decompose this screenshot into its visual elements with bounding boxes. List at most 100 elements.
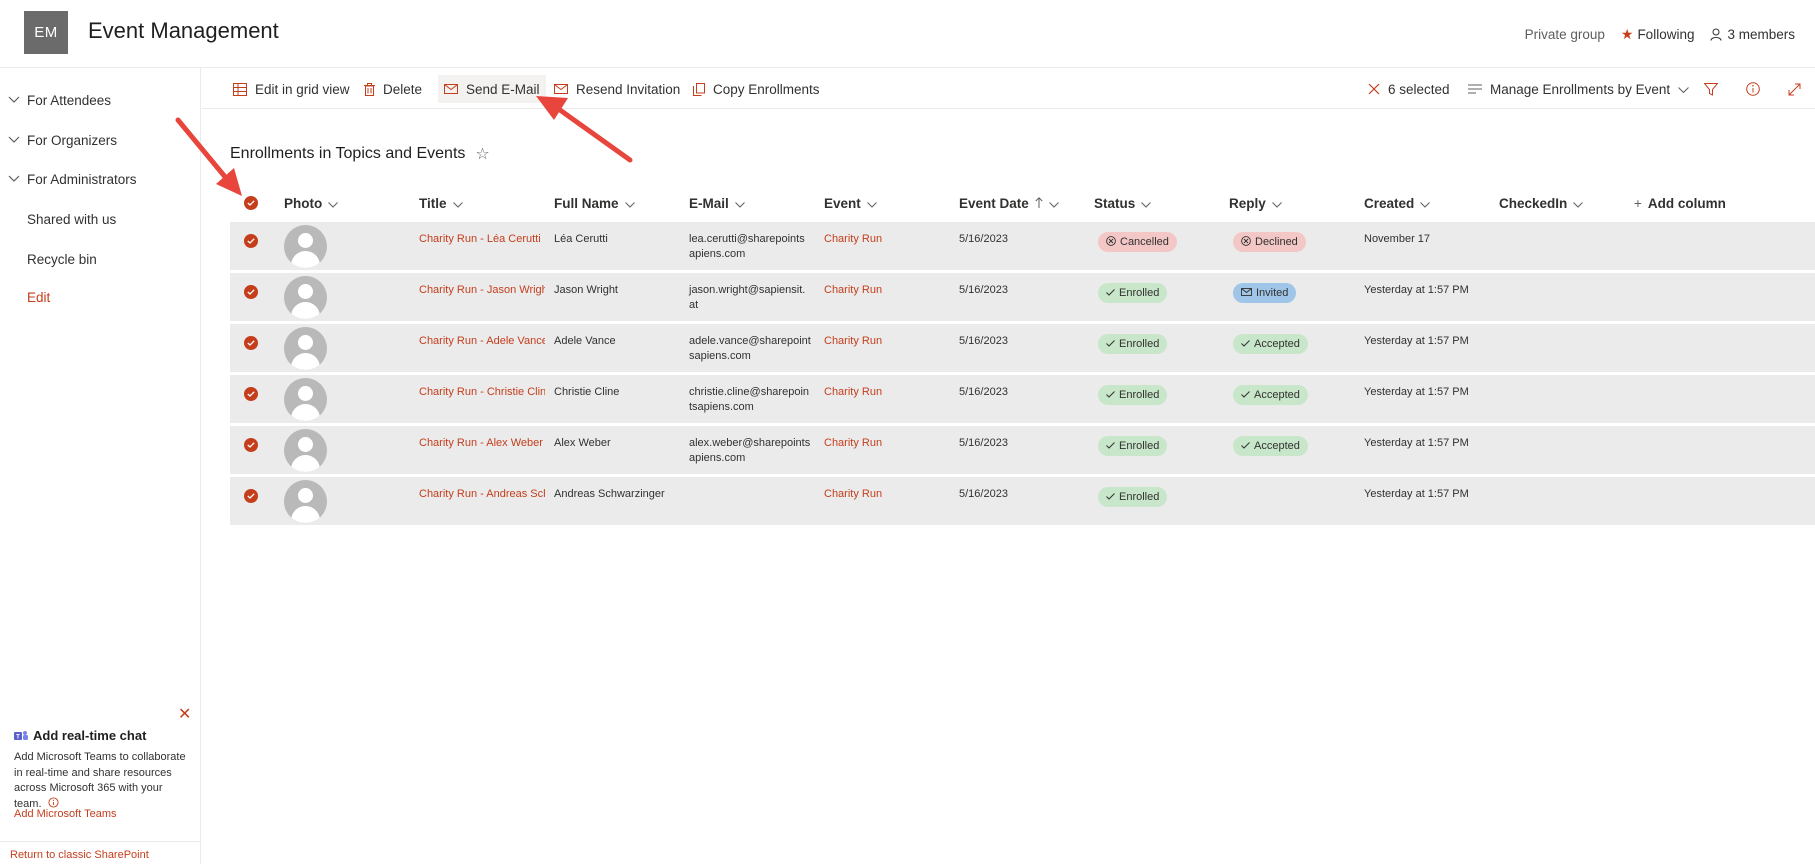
title-link[interactable]: Charity Run - Léa Cerutti <box>419 232 545 247</box>
column-label: Title <box>419 195 447 211</box>
row-checkbox[interactable] <box>244 285 258 299</box>
list-title: Enrollments in Topics and Events ☆ <box>230 144 490 164</box>
status-badge: Enrolled <box>1098 283 1168 303</box>
email-line: tsapiens.com <box>689 401 754 413</box>
arrow-up-icon <box>1035 196 1043 211</box>
classic-sharepoint-link[interactable]: Return to classic SharePoint <box>10 849 149 861</box>
column-header-reply[interactable]: Reply <box>1229 193 1282 213</box>
event-link[interactable]: Charity Run <box>824 436 882 451</box>
event-date-cell: 5/16/2023 <box>959 437 1008 449</box>
created-cell: Yesterday at 1:57 PM <box>1364 488 1469 500</box>
info-icon <box>1746 82 1760 96</box>
row-checkbox[interactable] <box>244 438 258 452</box>
nav-item-for-attendees[interactable]: For Attendees <box>0 88 111 112</box>
column-header-created[interactable]: Created <box>1364 193 1431 213</box>
column-label: Reply <box>1229 195 1266 211</box>
site-logo[interactable]: EM <box>24 11 68 54</box>
add-teams-link[interactable]: Add Microsoft Teams <box>14 808 117 820</box>
view-selector[interactable]: Manage Enrollments by Event <box>1462 75 1695 103</box>
column-header-checkedin[interactable]: CheckedIn <box>1499 193 1584 213</box>
filter-button[interactable] <box>1698 75 1724 103</box>
table-row[interactable]: Charity Run - Jason Wrigh Jason Wright jas… <box>230 273 1815 322</box>
table-row[interactable]: Charity Run - Léa Cerutti Léa Cerutti lea.… <box>230 222 1815 271</box>
column-header-event-date[interactable]: Event Date <box>959 193 1059 213</box>
row-checkbox[interactable] <box>244 489 258 503</box>
status-badge: Declined <box>1233 232 1306 252</box>
info-icon[interactable] <box>48 796 59 808</box>
table-row[interactable]: Charity Run - Christie Clin Christie Clin… <box>230 375 1815 424</box>
nav-item-label: For Organizers <box>27 132 118 148</box>
add-column-button[interactable]: + Add column <box>1634 193 1726 213</box>
check-circle-icon <box>244 234 258 248</box>
column-header-title[interactable]: Title <box>419 193 463 213</box>
column-header-full-name[interactable]: Full Name <box>554 193 635 213</box>
event-date-cell: 5/16/2023 <box>959 386 1008 398</box>
title-link[interactable]: Charity Run - Jason Wrigh <box>419 283 545 298</box>
title-link[interactable]: Charity Run - Adele Vance <box>419 334 545 349</box>
email-line: lea.cerutti@sharepoints <box>689 233 805 245</box>
chevron-down-icon <box>624 196 635 211</box>
close-icon[interactable]: ✕ <box>178 704 191 724</box>
event-link[interactable]: Charity Run <box>824 283 882 298</box>
checkmark-icon <box>1106 440 1115 452</box>
row-checkbox[interactable] <box>244 234 258 248</box>
table-row[interactable]: Charity Run - Alex Weber Alex Weber alex.w… <box>230 426 1815 475</box>
email-cell: alex.weber@sharepoints apiens.com <box>689 436 810 466</box>
nav-item-for-administrators[interactable]: For Administrators <box>0 167 137 191</box>
nav-item-shared-with-us[interactable]: Shared with us <box>0 207 116 231</box>
chevron-down-icon <box>452 196 463 211</box>
event-link[interactable]: Charity Run <box>824 334 882 349</box>
column-header-email[interactable]: E-Mail <box>689 193 745 213</box>
send-email-button[interactable]: Send E-Mail <box>438 75 546 103</box>
email-line: jason.wright@sapiensit. <box>689 284 806 296</box>
column-label: Photo <box>284 195 323 211</box>
chevron-down-icon[interactable] <box>0 175 27 183</box>
email-line: adele.vance@sharepoint <box>689 335 811 347</box>
trash-icon <box>364 82 375 96</box>
check-circle-icon <box>244 196 258 210</box>
select-all-checkbox[interactable] <box>244 193 258 213</box>
avatar <box>284 429 327 472</box>
table-row[interactable]: Charity Run - Andreas Sch Andreas Schwarz… <box>230 477 1815 526</box>
members-button[interactable]: 3 members <box>1710 27 1795 42</box>
event-link[interactable]: Charity Run <box>824 232 882 247</box>
column-label: Event Date <box>959 195 1029 211</box>
expand-icon <box>1788 83 1801 96</box>
delete-button[interactable]: Delete <box>358 75 428 103</box>
nav-item-recycle-bin[interactable]: Recycle bin <box>0 247 97 271</box>
avatar <box>284 327 327 370</box>
event-link[interactable]: Charity Run <box>824 487 882 502</box>
nav-item-for-organizers[interactable]: For Organizers <box>0 128 117 152</box>
copy-enrollments-button[interactable]: Copy Enrollments <box>687 75 826 103</box>
badge-label: Enrolled <box>1119 287 1160 299</box>
badge-label: Enrolled <box>1119 338 1160 350</box>
chat-title-text: Add real-time chat <box>33 728 147 743</box>
table-row[interactable]: Charity Run - Adele Vance Adele Vance adel… <box>230 324 1815 373</box>
row-checkbox[interactable] <box>244 387 258 401</box>
event-link[interactable]: Charity Run <box>824 385 882 400</box>
chevron-down-icon[interactable] <box>0 96 27 104</box>
edit-grid-view-button[interactable]: Edit in grid view <box>227 75 356 103</box>
row-checkbox[interactable] <box>244 336 258 350</box>
svg-text:T: T <box>16 734 20 740</box>
title-link[interactable]: Charity Run - Alex Weber <box>419 436 545 451</box>
clear-selection-button[interactable]: 6 selected <box>1362 75 1456 103</box>
title-link[interactable]: Charity Run - Andreas Sch <box>419 487 545 502</box>
column-header-photo[interactable]: Photo <box>284 193 339 213</box>
title-link[interactable]: Charity Run - Christie Clin <box>419 385 545 400</box>
filter-icon <box>1704 82 1718 96</box>
fullscreen-button[interactable] <box>1782 75 1807 103</box>
chat-panel-description: Add Microsoft Teams to collaborate in re… <box>14 750 186 812</box>
resend-invitation-button[interactable]: Resend Invitation <box>548 75 686 103</box>
privacy-label: Private group <box>1524 27 1605 42</box>
info-button[interactable] <box>1740 75 1766 103</box>
star-outline-icon[interactable]: ☆ <box>475 144 489 164</box>
following-button[interactable]: ★ Following <box>1621 26 1695 43</box>
site-header: EM Event Management Private group ★ Foll… <box>0 0 1815 68</box>
column-header-status[interactable]: Status <box>1094 193 1152 213</box>
chevron-down-icon[interactable] <box>0 136 27 144</box>
nav-edit-link[interactable]: Edit <box>0 285 50 309</box>
cancel-circle-icon <box>1106 235 1116 249</box>
column-header-event[interactable]: Event <box>824 193 877 213</box>
site-title[interactable]: Event Management <box>88 18 279 44</box>
